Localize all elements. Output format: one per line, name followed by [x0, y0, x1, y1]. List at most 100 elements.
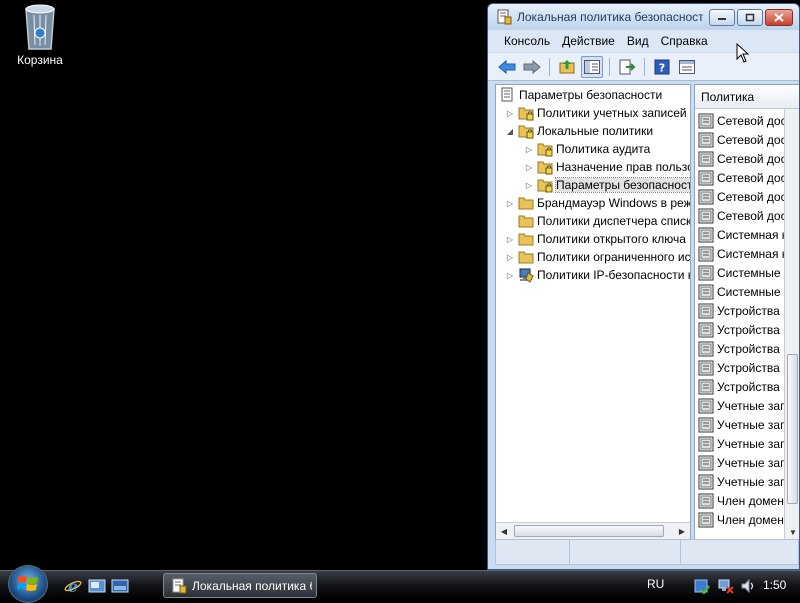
list-item[interactable]: Член домена — [698, 510, 791, 529]
show-desktop-icon[interactable] — [88, 577, 106, 595]
security-center-icon[interactable] — [694, 578, 710, 594]
expand-arrow-icon[interactable]: ▷ — [504, 235, 516, 244]
tree-item[interactable]: ▷ Брандмауэр Windows в режиме повышенной … — [504, 194, 690, 212]
recycle-bin-shortcut[interactable]: Корзина — [10, 3, 70, 67]
status-cell — [681, 540, 798, 564]
tree-item-label: Политики диспетчера списка сетей — [537, 214, 691, 228]
column-header-policy[interactable]: Политика — [695, 85, 799, 109]
console-tree: Параметры безопасности ▷ Политики учетных… — [495, 84, 691, 540]
menu-view[interactable]: Вид — [621, 34, 655, 48]
status-cell — [496, 540, 570, 564]
menu-help[interactable]: Справка — [655, 34, 714, 48]
status-bar — [495, 539, 799, 565]
restore-icon — [745, 13, 755, 22]
tree-item[interactable]: ▷ Политики учетных записей — [504, 104, 687, 122]
policy-setting-icon — [698, 265, 714, 280]
close-button[interactable] — [765, 9, 793, 26]
tree-item[interactable]: ▷ Политика аудита — [523, 140, 650, 158]
close-icon — [774, 13, 784, 22]
expand-arrow-icon[interactable]: ▷ — [504, 109, 516, 118]
folder-icon — [518, 215, 534, 228]
toolbar: ? — [488, 53, 799, 81]
language-indicator[interactable]: RU — [647, 577, 664, 591]
minimize-button[interactable] — [709, 9, 735, 26]
policy-setting-icon — [698, 417, 714, 432]
export-list-icon — [619, 59, 635, 74]
tree-item[interactable]: ▷ Политики IP-безопасности на "Локальный … — [504, 266, 690, 284]
scroll-thumb[interactable] — [787, 354, 798, 504]
folder-icon — [518, 197, 534, 210]
scroll-left-arrow-icon[interactable]: ◀ — [496, 523, 512, 539]
taskbar-button-local-security-policy[interactable]: Локальная политика безопасности — [163, 573, 317, 598]
list-item[interactable]: Устройства — [698, 358, 780, 377]
tree-root-label: Параметры безопасности — [519, 88, 663, 102]
list-item-label: Член домена — [717, 493, 791, 508]
expand-arrow-icon[interactable]: ▷ — [504, 271, 516, 280]
list-item-label: Устройства — [717, 360, 780, 375]
tree-item[interactable]: ◢ Локальные политики — [504, 122, 653, 140]
title-bar[interactable]: Локальная политика безопасности — [488, 4, 799, 30]
expand-arrow-icon[interactable]: ▷ — [504, 199, 516, 208]
expand-arrow-icon[interactable]: ▷ — [523, 163, 535, 172]
list-item[interactable]: Устройства — [698, 301, 780, 320]
maximize-button[interactable] — [737, 9, 763, 26]
policy-setting-icon — [698, 189, 714, 204]
tree-item-label: Политики открытого ключа — [537, 232, 686, 246]
tree-item-label: Политики учетных записей — [537, 106, 687, 120]
tree-item[interactable]: ▷ Политики ограниченного использования пр… — [504, 248, 690, 266]
expand-arrow-icon[interactable]: ▷ — [523, 145, 535, 154]
list-vertical-scrollbar[interactable]: ▼ — [784, 109, 799, 539]
tree-item[interactable]: Политики диспетчера списка сетей — [504, 212, 691, 230]
policy-setting-icon — [698, 360, 714, 375]
properties-button[interactable] — [676, 56, 698, 78]
policy-setting-icon — [698, 379, 714, 394]
taskbar-button-label: Локальная политика безопасности — [192, 578, 312, 593]
scroll-down-arrow-icon[interactable]: ▼ — [785, 525, 799, 539]
show-hide-tree-button[interactable] — [581, 55, 603, 78]
forward-arrow-icon — [523, 59, 541, 74]
status-cell — [570, 540, 681, 564]
tree-item-root[interactable]: Параметры безопасности — [498, 86, 662, 104]
menu-action[interactable]: Действие — [556, 34, 621, 48]
minimize-icon — [718, 17, 726, 20]
export-list-button[interactable] — [616, 56, 638, 78]
volume-icon[interactable] — [740, 578, 756, 594]
tree-item[interactable]: ▷ Политики открытого ключа — [504, 230, 686, 248]
recycle-bin-label: Корзина — [17, 53, 63, 67]
menu-console[interactable]: Консоль — [498, 34, 556, 48]
start-button[interactable] — [8, 565, 48, 603]
tree-item-label: Локальные политики — [537, 124, 654, 138]
policy-setting-icon — [698, 303, 714, 318]
back-button[interactable] — [496, 56, 518, 78]
folder-lock-icon — [518, 125, 534, 139]
internet-explorer-icon[interactable]: e — [64, 577, 82, 595]
expand-arrow-icon[interactable]: ▷ — [504, 253, 516, 262]
folder-icon — [518, 251, 534, 264]
forward-button[interactable] — [521, 56, 543, 78]
svg-text:?: ? — [659, 61, 665, 74]
help-button[interactable]: ? — [651, 56, 673, 78]
policy-setting-icon — [698, 341, 714, 356]
console-tree-icon — [584, 59, 600, 74]
policy-setting-icon — [698, 436, 714, 451]
expand-arrow-icon[interactable]: ▷ — [523, 181, 535, 190]
folder-up-icon — [559, 59, 575, 73]
network-disconnected-icon[interactable] — [718, 578, 734, 594]
tree-item[interactable]: ▷ Назначение прав пользователя — [523, 158, 691, 176]
list-item[interactable]: Член домена — [698, 491, 791, 510]
collapse-arrow-icon[interactable]: ◢ — [504, 127, 516, 136]
scroll-right-arrow-icon[interactable]: ▶ — [674, 523, 690, 539]
ip-security-icon — [519, 268, 534, 283]
tree-item[interactable]: ▷ Параметры безопасности — [523, 176, 690, 194]
list-item[interactable]: Устройства — [698, 377, 780, 396]
clock[interactable]: 1:50 — [763, 578, 786, 592]
list-item[interactable]: Устройства — [698, 339, 780, 358]
tree-horizontal-scrollbar[interactable]: ◀ ▶ — [496, 522, 690, 539]
switch-windows-icon[interactable] — [111, 577, 129, 595]
scroll-thumb[interactable] — [514, 525, 664, 537]
tree-item-label: Назначение прав пользователя — [556, 160, 691, 174]
menu-bar: Консоль Действие Вид Справка — [488, 30, 799, 52]
policy-setting-icon — [698, 474, 714, 489]
up-level-button[interactable] — [556, 56, 578, 78]
list-item[interactable]: Устройства — [698, 320, 780, 339]
